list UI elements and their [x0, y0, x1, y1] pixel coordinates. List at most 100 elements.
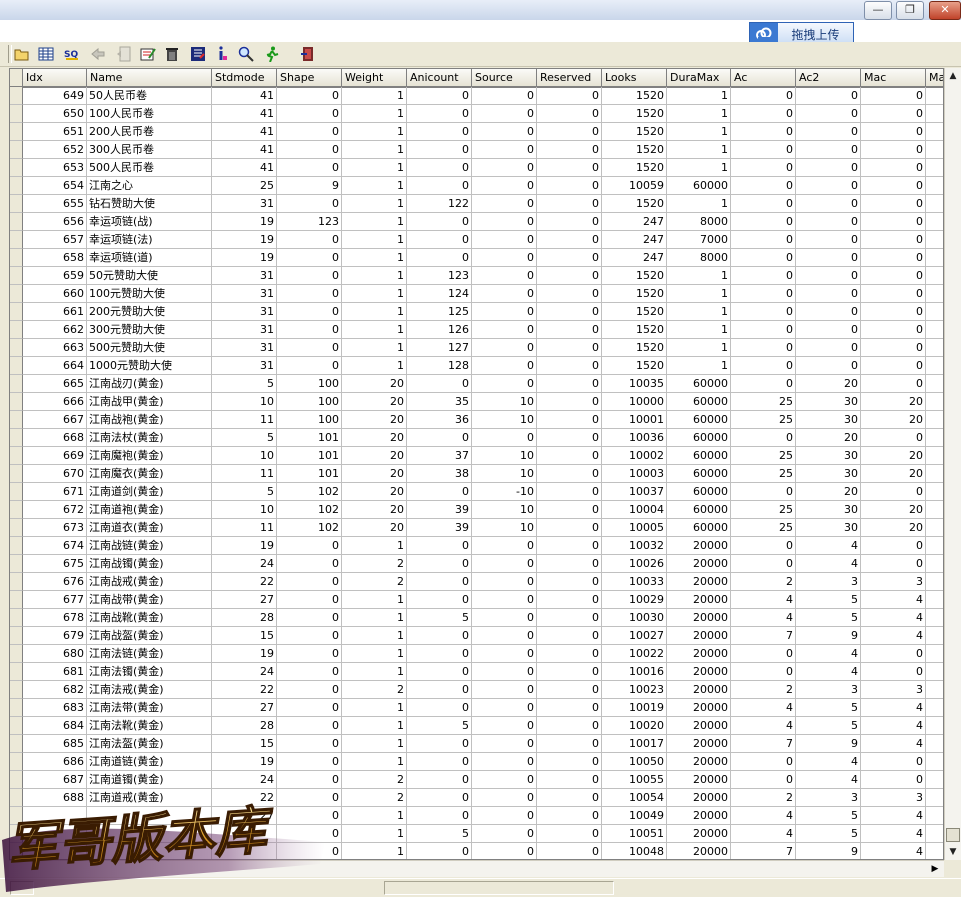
- sql-query-icon[interactable]: SQ: [62, 44, 82, 64]
- table-cell[interactable]: 4: [861, 735, 926, 753]
- table-cell[interactable]: 15: [212, 735, 277, 753]
- table-cell[interactable]: 0: [537, 663, 602, 681]
- table-cell[interactable]: 0: [277, 735, 342, 753]
- table-cell[interactable]: 0: [472, 375, 537, 393]
- table-cell[interactable]: 658: [23, 249, 87, 267]
- table-cell[interactable]: 江南之心: [87, 177, 212, 195]
- table-row[interactable]: 673 江南道衣(黄金) 11 102 20 39 10 0 10005 60000 25 30 20: [10, 519, 943, 537]
- table-cell[interactable]: 0: [731, 321, 796, 339]
- row-indicator[interactable]: [10, 771, 23, 789]
- table-cell[interactable]: 10050: [602, 753, 667, 771]
- column-header-reserved[interactable]: Reserved: [537, 69, 602, 87]
- table-cell[interactable]: 688: [23, 789, 87, 807]
- table-cell[interactable]: 5: [407, 825, 472, 843]
- table-row[interactable]: 671 江南道剑(黄金) 5 102 20 0 -10 0 10037 60000 0 20 0: [10, 483, 943, 501]
- table-cell[interactable]: 0: [472, 789, 537, 807]
- table-row[interactable]: 668 江南法杖(黄金) 5 101 20 0 0 0 10036 60000 0 20 0: [10, 429, 943, 447]
- row-indicator[interactable]: [10, 519, 23, 537]
- table-cell[interactable]: 0: [277, 717, 342, 735]
- table-cell[interactable]: 10: [472, 411, 537, 429]
- table-cell[interactable]: 10055: [602, 771, 667, 789]
- table-cell[interactable]: 2: [731, 681, 796, 699]
- column-header-mac[interactable]: Mac: [861, 69, 926, 87]
- table-cell[interactable]: [23, 843, 87, 859]
- row-indicator[interactable]: [10, 501, 23, 519]
- exit-icon[interactable]: [298, 44, 318, 64]
- table-cell[interactable]: 0: [731, 339, 796, 357]
- table-cell[interactable]: 10: [472, 447, 537, 465]
- table-cell[interactable]: 江南道镯(黄金): [87, 771, 212, 789]
- table-cell[interactable]: 2: [342, 681, 407, 699]
- table-cell[interactable]: 0: [407, 177, 472, 195]
- table-row[interactable]: 679 江南战盔(黄金) 15 0 1 0 0 0 10027 20000 7 9 4: [10, 627, 943, 645]
- table-cell[interactable]: 1520: [602, 87, 667, 105]
- table-cell[interactable]: 4: [796, 663, 861, 681]
- table-cell[interactable]: 674: [23, 537, 87, 555]
- table-cell[interactable]: 0: [537, 465, 602, 483]
- table-cell[interactable]: 0: [407, 627, 472, 645]
- table-cell[interactable]: 2: [342, 573, 407, 591]
- table-cell[interactable]: 24: [212, 555, 277, 573]
- table-cell[interactable]: 123: [407, 267, 472, 285]
- table-cell[interactable]: 2: [342, 789, 407, 807]
- table-cell[interactable]: 0: [537, 627, 602, 645]
- table-cell[interactable]: [926, 501, 943, 519]
- table-cell[interactable]: 0: [537, 177, 602, 195]
- table-cell[interactable]: 60000: [667, 465, 731, 483]
- table-cell[interactable]: 661: [23, 303, 87, 321]
- table-row[interactable]: 678 江南战靴(黄金) 28 0 1 5 0 0 10030 20000 4 5 4: [10, 609, 943, 627]
- table-cell[interactable]: 0: [472, 771, 537, 789]
- table-cell[interactable]: 247: [602, 213, 667, 231]
- table-cell[interactable]: 101: [277, 429, 342, 447]
- table-cell[interactable]: [926, 699, 943, 717]
- table-cell[interactable]: [926, 627, 943, 645]
- table-cell[interactable]: 10: [212, 447, 277, 465]
- table-cell[interactable]: 0: [277, 573, 342, 591]
- table-row[interactable]: 670 江南魔衣(黄金) 11 101 20 38 10 0 10003 60000 25 30 20: [10, 465, 943, 483]
- table-cell[interactable]: 41: [212, 105, 277, 123]
- table-cell[interactable]: 9: [796, 735, 861, 753]
- table-cell[interactable]: 1: [667, 105, 731, 123]
- table-cell[interactable]: 10022: [602, 645, 667, 663]
- document-disabled-icon[interactable]: [114, 44, 134, 64]
- table-cell[interactable]: 30: [796, 393, 861, 411]
- row-indicator[interactable]: [10, 807, 23, 825]
- table-cell[interactable]: 10000: [602, 393, 667, 411]
- table-cell[interactable]: 0: [407, 159, 472, 177]
- table-cell[interactable]: 0: [407, 735, 472, 753]
- table-cell[interactable]: 0: [537, 699, 602, 717]
- table-cell[interactable]: [23, 825, 87, 843]
- table-cell[interactable]: 江南战带(黄金): [87, 591, 212, 609]
- table-cell[interactable]: 0: [407, 483, 472, 501]
- table-cell[interactable]: 102: [277, 483, 342, 501]
- table-cell[interactable]: 4: [731, 825, 796, 843]
- table-cell[interactable]: 0: [537, 501, 602, 519]
- table-cell[interactable]: 0: [731, 87, 796, 105]
- table-cell[interactable]: 江南法靴(黄金): [87, 717, 212, 735]
- table-cell[interactable]: 0: [407, 105, 472, 123]
- table-cell[interactable]: 9: [796, 627, 861, 645]
- table-cell[interactable]: 247: [602, 231, 667, 249]
- table-cell[interactable]: 680: [23, 645, 87, 663]
- table-cell[interactable]: 4: [861, 825, 926, 843]
- table-cell[interactable]: 10: [472, 519, 537, 537]
- table-cell[interactable]: 10037: [602, 483, 667, 501]
- table-cell[interactable]: 1: [342, 123, 407, 141]
- table-cell[interactable]: 0: [472, 573, 537, 591]
- table-cell[interactable]: 678: [23, 609, 87, 627]
- table-cell[interactable]: 15: [212, 627, 277, 645]
- table-row[interactable]: 667 江南战袍(黄金) 11 100 20 36 10 0 10001 60000 25 30 20: [10, 411, 943, 429]
- table-cell[interactable]: 0: [277, 249, 342, 267]
- table-cell[interactable]: 0: [796, 339, 861, 357]
- table-cell[interactable]: 江南战盔(黄金): [87, 627, 212, 645]
- row-indicator[interactable]: [10, 555, 23, 573]
- table-cell[interactable]: 江南法杖(黄金): [87, 429, 212, 447]
- edit-table-icon[interactable]: [138, 44, 158, 64]
- table-cell[interactable]: 江南战袍(黄金): [87, 411, 212, 429]
- table-cell[interactable]: 0: [731, 555, 796, 573]
- table-cell[interactable]: 247: [602, 249, 667, 267]
- table-cell[interactable]: 20: [861, 447, 926, 465]
- table-cell[interactable]: 0: [277, 771, 342, 789]
- table-cell[interactable]: 5: [796, 591, 861, 609]
- table-cell[interactable]: 665: [23, 375, 87, 393]
